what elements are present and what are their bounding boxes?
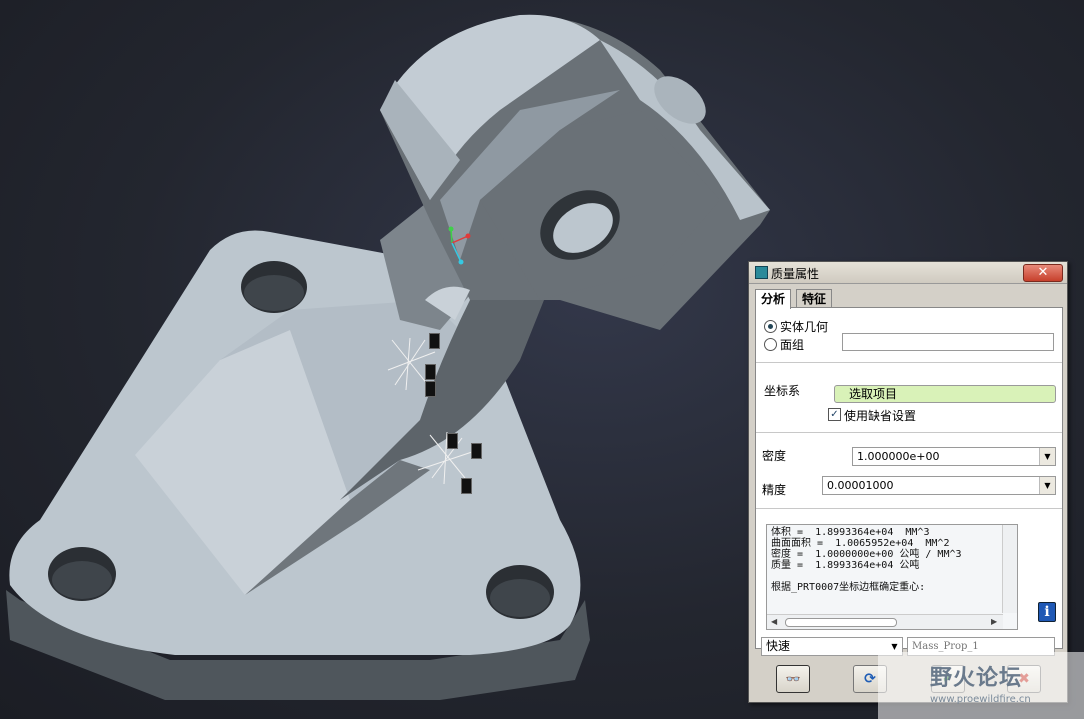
chevron-down-icon[interactable]: ▼ [1039, 477, 1055, 494]
solid-geometry-radio[interactable] [764, 320, 777, 333]
precision-combo[interactable]: 0.00001000 ▼ [822, 476, 1056, 495]
preview-button[interactable]: 👓 [776, 665, 810, 693]
info-icon[interactable]: i [1038, 602, 1056, 622]
watermark-title: 野火论坛 [930, 666, 1023, 691]
results-text: 体积 = 1.8993364e+04 MM^3 曲面面积 = 1.0065952… [771, 527, 962, 593]
vertical-scrollbar[interactable] [1002, 525, 1017, 613]
solid-geometry-label: 实体几何 [780, 320, 829, 334]
density-label: 密度 [762, 449, 787, 463]
csys-tag [471, 443, 482, 459]
dialog-title: 质量属性 [771, 267, 820, 281]
forum-watermark: 野火论坛 www.proewildfire.cn [878, 652, 1084, 719]
coordinate-system-select[interactable]: 选取项目 [834, 385, 1056, 403]
repeat-icon: ⟳ [864, 671, 876, 687]
dialog-titlebar[interactable]: 质量属性 ✕ [749, 262, 1067, 284]
horizontal-scrollbar[interactable]: ◀ ▶ [767, 614, 1003, 629]
watermark-url: www.proewildfire.cn [930, 694, 1031, 705]
tab-feature[interactable]: 特征 [796, 289, 833, 308]
quilt-label: 面组 [780, 338, 805, 352]
results-text-area[interactable]: 体积 = 1.8993364e+04 MM^3 曲面面积 = 1.0065952… [766, 524, 1018, 630]
dialog-app-icon [755, 266, 768, 279]
mass-properties-dialog: 质量属性 ✕ 分析 特征 实体几何 面组 坐标系 选取项目 ✓ 使用缺省设置 密… [748, 261, 1068, 703]
use-default-checkbox[interactable]: ✓ [828, 408, 841, 421]
close-button[interactable]: ✕ [1023, 264, 1063, 282]
coordinate-system-label: 坐标系 [764, 384, 801, 398]
glasses-icon: 👓 [785, 672, 801, 686]
density-value: 1.000000e+00 [857, 450, 940, 463]
scroll-right-icon[interactable]: ▶ [991, 617, 997, 626]
close-icon: ✕ [1037, 265, 1049, 280]
density-combo[interactable]: 1.000000e+00 ▼ [852, 447, 1056, 466]
mode-value: 快速 [766, 639, 791, 653]
csys-tag [429, 333, 440, 349]
scroll-left-icon[interactable]: ◀ [771, 617, 777, 626]
precision-value: 0.00001000 [827, 479, 894, 492]
analysis-panel: 实体几何 面组 坐标系 选取项目 ✓ 使用缺省设置 密度 1.000000e+0… [755, 307, 1063, 649]
csys-tag [425, 381, 436, 397]
csys-tag [425, 364, 436, 380]
scroll-thumb[interactable] [785, 618, 897, 627]
csys-tag [447, 433, 458, 449]
quilt-field[interactable] [842, 333, 1054, 351]
precision-label: 精度 [762, 483, 787, 497]
csys-tag [461, 478, 472, 494]
tab-analysis[interactable]: 分析 [755, 289, 792, 309]
quilt-radio[interactable] [764, 338, 777, 351]
chevron-down-icon[interactable]: ▼ [1039, 448, 1055, 465]
use-default-label: 使用缺省设置 [844, 409, 917, 423]
